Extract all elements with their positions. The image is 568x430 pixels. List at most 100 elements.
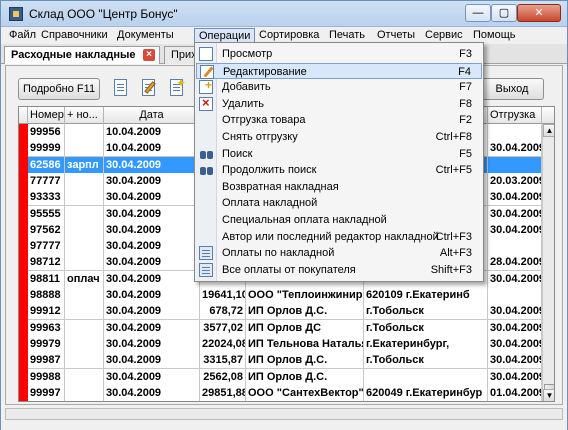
cell-extra: [65, 221, 104, 238]
menu-item-label: Редактирование: [223, 65, 307, 78]
cell-client: ООО "СантехВектор": [248, 384, 364, 401]
view-document-icon[interactable]: [112, 77, 130, 99]
menu-item-shortcut: Shift+F3: [430, 263, 472, 276]
cell-sum: 22024,08: [202, 335, 246, 352]
cell-extra: [65, 189, 104, 206]
minimize-button[interactable]: —: [465, 4, 491, 22]
binoculars-icon: [199, 147, 213, 161]
table-row[interactable]: 99979 30.04.2009 22024,08 ИП Тельнова Натал…: [19, 335, 554, 353]
maximize-button[interactable]: ▢: [491, 4, 517, 22]
new-document-icon[interactable]: ✦: [168, 77, 186, 99]
menu-item-label: Поиск: [222, 147, 253, 160]
menu-item-label: Удалить: [222, 97, 264, 110]
menu-item[interactable]: Поиск F5: [196, 146, 482, 162]
menu-print[interactable]: Печать: [325, 28, 369, 43]
cell-num: 77777: [28, 172, 65, 189]
scroll-up-icon[interactable]: ▲: [543, 124, 554, 137]
cell-date: 30.04.2009: [104, 254, 200, 271]
menu-item-label: Просмотр: [222, 48, 273, 60]
menu-item-label: Специальная оплата накладной: [222, 214, 387, 226]
close-button[interactable]: ✕: [517, 4, 561, 22]
cell-num: 99987: [28, 352, 65, 369]
menu-references[interactable]: Справочники: [37, 28, 112, 43]
menu-reports[interactable]: Отчеты: [373, 28, 419, 43]
menu-service[interactable]: Сервис: [421, 28, 467, 43]
exit-button[interactable]: Выход: [480, 78, 544, 100]
row-status-marker: [19, 303, 28, 321]
cell-extra: [65, 368, 104, 385]
menu-item[interactable]: Редактирование F4: [196, 62, 482, 79]
menu-item[interactable]: Специальная оплата накладной: [196, 212, 482, 228]
menu-item[interactable]: Снять отгрузку Ctrl+F8: [196, 129, 482, 145]
menu-item[interactable]: Продолжить поиск Ctrl+F5: [196, 162, 482, 178]
cell-ship: 30.04.2009: [490, 140, 542, 157]
table-row[interactable]: 99912 30.04.2009 678,72 ИП Орлов Д.С. г.Тобо…: [19, 303, 554, 321]
menu-item[interactable]: Все оплаты от покупателя Shift+F3: [196, 262, 482, 278]
table-row[interactable]: 99997 30.04.2009 29851,88 ООО "СантехВектор…: [19, 384, 554, 401]
cell-date: 30.04.2009: [104, 335, 200, 352]
header-extra[interactable]: + но...: [65, 107, 104, 124]
menu-item-label: Снять отгрузку: [222, 131, 298, 143]
menu-item-shortcut: Alt+F3: [439, 247, 472, 260]
menu-item[interactable]: Оплаты по накладной Alt+F3: [196, 245, 482, 261]
cell-num: 99988: [28, 368, 65, 385]
menu-item[interactable]: Оплата накладной: [196, 195, 482, 211]
row-status-marker: [19, 189, 28, 207]
header-number[interactable]: Номер: [28, 107, 65, 124]
cell-client: ИП Орлов ДС: [246, 319, 364, 336]
menu-item[interactable]: Отгрузка товара F2: [196, 112, 482, 128]
operations-menu: ПросмотрF3РедактированиеF4ДобавитьF7Удал…: [194, 42, 484, 282]
menu-sorting[interactable]: Сортировка: [255, 28, 323, 43]
menu-operations[interactable]: Операции: [194, 28, 256, 43]
menu-item[interactable]: Добавить F7: [196, 77, 482, 95]
cell-ship: 30.04.2009: [490, 205, 542, 222]
menu-item-label: Добавить: [222, 81, 271, 94]
cell-ship: 20.03.2009: [490, 172, 542, 189]
menu-item-label: Автор или последний редактор накладной: [222, 230, 439, 243]
menu-item[interactable]: Автор или последний редактор накладной Ct…: [196, 229, 482, 245]
cell-ship: 30.04.2009: [490, 352, 542, 369]
menu-item-label: Возвратная накладная: [222, 180, 339, 193]
cell-ship: [488, 124, 542, 140]
header-shipment[interactable]: Отгрузка: [488, 107, 542, 124]
cell-date: 10.04.2009: [104, 140, 200, 157]
scroll-down-icon[interactable]: ▼: [543, 389, 554, 401]
close-tab-icon[interactable]: ×: [143, 49, 155, 61]
row-status-marker: [19, 205, 28, 223]
menu-item[interactable]: Просмотр F3: [196, 46, 482, 62]
table-row[interactable]: 99987 30.04.2009 3315,87 ИП Орлов Д.С. г.Тоб…: [19, 352, 554, 370]
detail-button[interactable]: Подробно F11: [18, 78, 100, 100]
menu-file[interactable]: Файл: [5, 28, 40, 43]
window-title: Склад ООО "Центр Бонус": [29, 7, 178, 21]
cell-num: 99999: [28, 140, 65, 157]
cell-ship: 30.04.2009: [490, 303, 542, 320]
cell-ship: 30.04.2009: [490, 221, 542, 238]
cell-date: 30.04.2009: [104, 156, 200, 173]
tab-label: Расходные накладные: [11, 49, 136, 61]
menu-item[interactable]: Возвратная накладная: [196, 179, 482, 195]
cell-date: 30.04.2009: [104, 319, 200, 336]
table-row[interactable]: 98888 30.04.2009 19641,10 ООО "Теплоинжинир…: [19, 287, 554, 304]
vertical-scrollbar[interactable]: ▲ ▼: [542, 124, 554, 401]
horizontal-scrollbar[interactable]: [5, 408, 563, 420]
edit-document-icon[interactable]: [140, 77, 158, 99]
binoculars-icon: [199, 163, 213, 177]
cell-num: 98811: [28, 270, 65, 287]
tab-outgoing-invoices[interactable]: Расходные накладные ×: [4, 46, 160, 64]
menu-help[interactable]: Помощь: [469, 28, 520, 43]
menu-item-shortcut: F7: [459, 81, 472, 94]
table-row[interactable]: 99988 30.04.2009 2562,08 ИП Орлов Д.С. 30.04…: [19, 368, 554, 386]
cell-extra: [65, 172, 104, 189]
cell-extra: [65, 287, 104, 303]
menu-item[interactable]: Удалить F8: [196, 95, 482, 112]
table-row[interactable]: 99963 30.04.2009 3577,02 ИП Орлов ДС г.Тобол…: [19, 319, 554, 337]
cell-date: 30.04.2009: [104, 352, 200, 369]
cell-sum: 3577,02: [200, 319, 246, 336]
header-date[interactable]: Дата: [104, 107, 200, 124]
row-status-marker: [19, 254, 28, 272]
cell-sum: 678,72: [200, 303, 246, 320]
row-status-marker: [19, 384, 28, 401]
cell-addr: г.Екатеринбург,: [364, 335, 488, 352]
menu-documents[interactable]: Документы: [113, 28, 178, 43]
app-icon: [9, 7, 23, 21]
